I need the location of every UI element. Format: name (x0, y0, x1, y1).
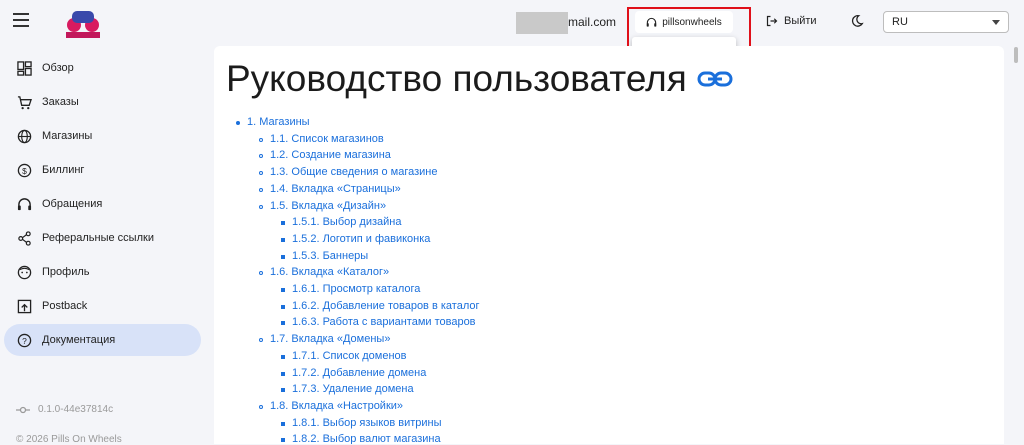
sidebar-item-referrals[interactable]: Реферальные ссылки (4, 222, 201, 254)
toc-link[interactable]: 1.8.1. Выбор языков витрины (292, 417, 442, 429)
toc-bullet (281, 371, 285, 376)
toc-link[interactable]: 1.3. Общие сведения о магазине (270, 166, 438, 178)
logout-label: Выйти (784, 15, 817, 27)
toc-link[interactable]: 1.7.2. Добавление домена (292, 367, 426, 379)
toc-bullet (259, 204, 263, 209)
toc-link[interactable]: 1.8. Вкладка «Настройки» (270, 400, 403, 412)
toc-link[interactable]: 1.5.1. Выбор дизайна (292, 216, 401, 228)
telegram-label: pillsonwheels (662, 16, 722, 28)
email-redaction (516, 12, 568, 34)
toc-link[interactable]: 1.6.3. Работа с вариантами товаров (292, 316, 476, 328)
dollar-icon: $ (16, 162, 32, 178)
globe-icon (16, 128, 32, 144)
toc-link[interactable]: 1.5. Вкладка «Дизайн» (270, 200, 386, 212)
toc-link[interactable]: 1.6.2. Добавление товаров в каталог (292, 300, 480, 312)
headset-icon (646, 17, 657, 27)
user-email: mail.com (568, 15, 617, 29)
toc-bullet (281, 237, 285, 242)
dashboard-icon (16, 60, 32, 76)
toc-bullet (281, 254, 285, 259)
sidebar-item-orders[interactable]: Заказы (4, 86, 201, 118)
toc-bullet (259, 137, 263, 142)
caret-down-icon (992, 19, 1000, 25)
commit-icon (16, 406, 30, 413)
scrollbar[interactable] (1014, 47, 1018, 63)
app-version: 0.1.0-44e37814c (16, 404, 113, 415)
toc-link[interactable]: 1.5.3. Баннеры (292, 250, 368, 262)
toc-bullet (281, 288, 285, 292)
sidebar-item-documentation[interactable]: ? Документация (4, 324, 201, 356)
telegram-button[interactable]: pillsonwheels (635, 11, 733, 33)
toc-bullet (259, 187, 263, 192)
toc-link[interactable]: 1.5.2. Логотип и фавиконка (292, 233, 430, 245)
moon-icon[interactable] (850, 14, 864, 28)
svg-text:$: $ (22, 165, 27, 175)
toc-bullet (281, 221, 285, 226)
sidebar-item-label: Реферальные ссылки (42, 232, 154, 244)
toc-bullet (259, 404, 263, 409)
sidebar-item-label: Postback (42, 300, 88, 312)
version-text: 0.1.0-44e37814c (38, 404, 114, 415)
sidebar-item-label: Заказы (42, 96, 79, 108)
toc-bullet (259, 338, 263, 343)
help-icon: ? (16, 332, 32, 348)
toc-bullet (281, 354, 285, 359)
logout-button[interactable]: Выйти (766, 15, 817, 27)
menu-icon[interactable] (13, 13, 29, 27)
toc-link[interactable]: 1.2. Создание магазина (270, 149, 391, 161)
page-title: Руководство пользователя (226, 58, 733, 100)
toc-link[interactable]: 1.6.1. Просмотр каталога (292, 283, 420, 295)
sidebar-item-label: Документация (42, 334, 116, 346)
face-icon (16, 264, 32, 280)
sidebar-item-label: Профиль (42, 266, 90, 278)
sidebar-item-billing[interactable]: $ Биллинг (4, 154, 201, 186)
toc-bullet (236, 121, 240, 125)
publish-icon (16, 298, 32, 314)
sidebar-item-profile[interactable]: Профиль (4, 256, 201, 288)
toc-link[interactable]: 1.6. Вкладка «Каталог» (270, 266, 389, 278)
svg-text:?: ? (22, 335, 27, 345)
toc-bullet (259, 171, 263, 176)
sidebar-item-shops[interactable]: Магазины (4, 120, 201, 152)
toc-link[interactable]: 1.7. Вкладка «Домены» (270, 333, 390, 345)
sidebar-item-postback[interactable]: Postback (4, 290, 201, 322)
toc-bullet (281, 421, 285, 426)
logout-icon (766, 15, 778, 27)
sidebar-item-label: Обзор (42, 62, 74, 74)
toc-bullet (259, 154, 263, 159)
toc-link[interactable]: 1. Магазины (247, 116, 310, 128)
language-select[interactable]: RU (883, 11, 1009, 33)
toc-bullet (281, 438, 285, 443)
toc-link[interactable]: 1.4. Вкладка «Страницы» (270, 183, 401, 195)
language-value: RU (892, 16, 908, 28)
sidebar-item-label: Биллинг (42, 164, 85, 176)
toc-bullet (259, 271, 263, 276)
logo (66, 11, 100, 38)
toc-link[interactable]: 1.8.2. Выбор валют магазина (292, 433, 441, 444)
share-icon (16, 230, 32, 246)
page-title-text: Руководство пользователя (226, 58, 687, 99)
sidebar: Обзор Заказы Магазины $ Биллинг Обращени… (0, 48, 210, 444)
toc-link[interactable]: 1.7.1. Список доменов (292, 350, 407, 362)
cart-icon (16, 94, 32, 110)
sidebar-item-label: Магазины (42, 130, 93, 142)
sidebar-item-tickets[interactable]: Обращения (4, 188, 201, 220)
headset-icon (16, 196, 32, 212)
copyright: © 2026 Pills On Wheels (16, 434, 122, 445)
toc-bullet (281, 304, 285, 309)
toc-link[interactable]: 1.1. Список магазинов (270, 133, 384, 145)
sidebar-item-label: Обращения (42, 198, 103, 210)
main-content: Руководство пользователя 1. Магазины 1.1.… (214, 46, 1004, 444)
link-icon[interactable] (697, 69, 733, 89)
toc-bullet (281, 321, 285, 326)
toc-link[interactable]: 1.7.3. Удаление домена (292, 383, 414, 395)
sidebar-item-overview[interactable]: Обзор (4, 52, 201, 84)
top-bar: mail.com pillsonwheels Выйти RU (0, 0, 1024, 44)
toc-bullet (281, 388, 285, 393)
